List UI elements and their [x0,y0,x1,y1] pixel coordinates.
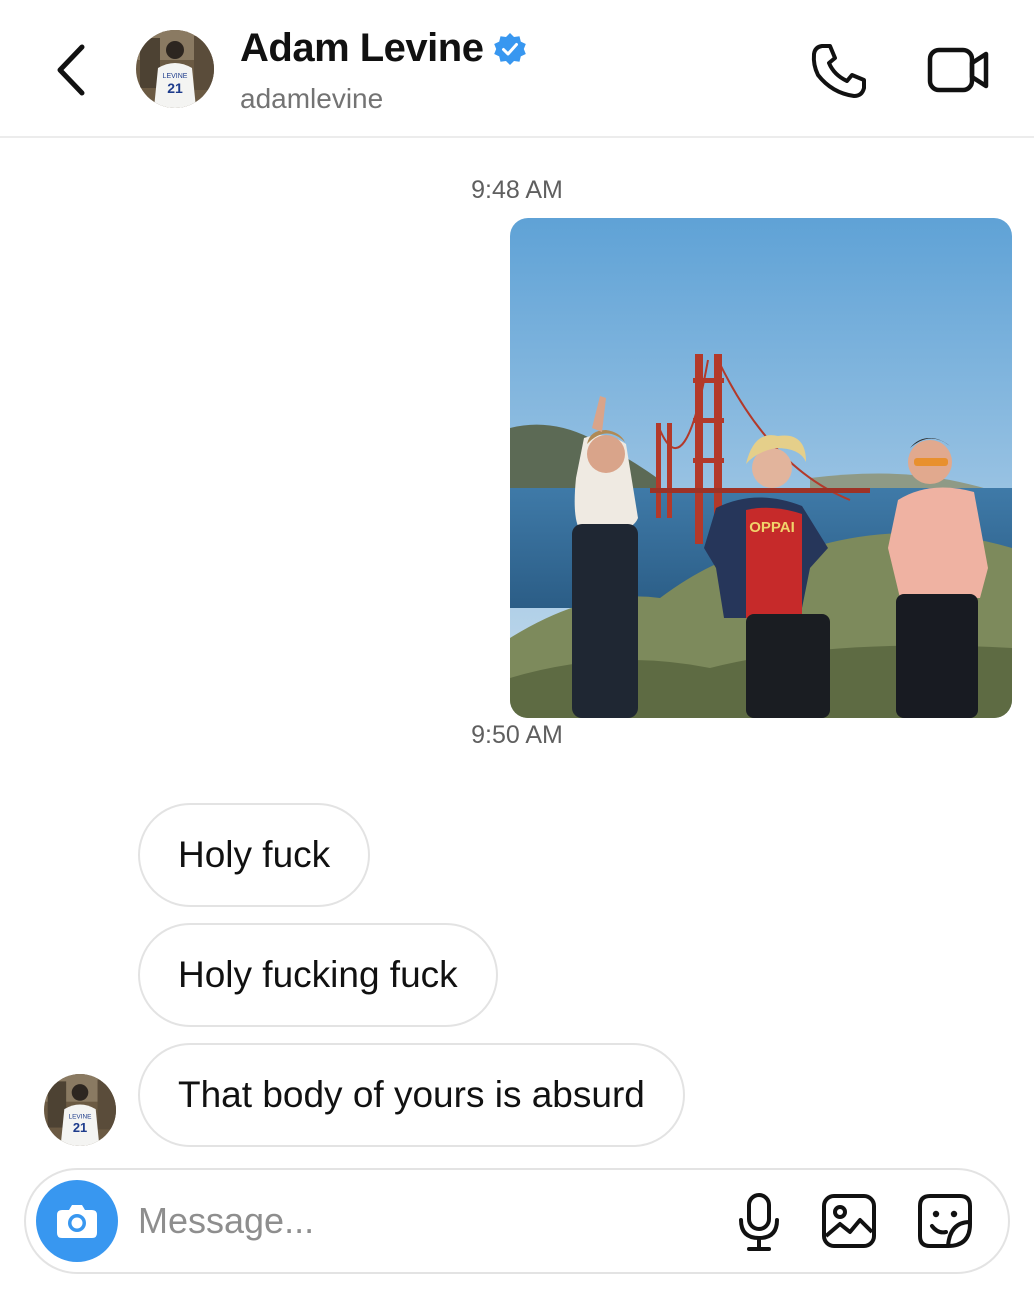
back-button[interactable] [46,40,94,100]
camera-icon [57,1205,97,1238]
shared-photo[interactable]: OPPAI [510,218,1012,718]
video-call-button[interactable] [924,40,994,100]
voice-message-button[interactable] [732,1192,786,1252]
verified-badge-icon [494,32,527,65]
gallery-button[interactable] [820,1192,878,1250]
chat-header: LEVINE 21 Adam Levine adamlevine [0,0,1034,138]
timestamp: 9:50 AM [471,721,563,749]
svg-text:21: 21 [73,1120,87,1135]
timestamp: 9:48 AM [471,176,563,204]
sender-avatar[interactable]: LEVINE 21 [44,1074,116,1146]
message-bubble[interactable]: Holy fucking fuck [138,923,498,1027]
svg-text:21: 21 [167,80,183,96]
image-gallery-icon [822,1194,876,1248]
call-button[interactable] [808,40,872,102]
message-bubble[interactable]: That body of yours is absurd [138,1043,685,1147]
chevron-left-icon [57,44,85,96]
svg-text:OPPAI: OPPAI [749,519,795,536]
message-input[interactable] [138,1188,698,1254]
sticker-icon [918,1194,972,1248]
sticker-button[interactable] [916,1192,974,1250]
contact-handle: adamlevine [240,83,384,114]
avatar[interactable]: LEVINE 21 [136,30,214,108]
svg-text:LEVINE: LEVINE [163,73,188,80]
message-bubble[interactable]: Holy fuck [138,803,371,907]
video-camera-icon [927,47,989,93]
contact-name[interactable]: Adam Levine [240,26,484,71]
camera-button[interactable] [36,1180,118,1262]
phone-icon [811,44,866,98]
microphone-icon [739,1193,779,1251]
message-composer [24,1168,1010,1274]
